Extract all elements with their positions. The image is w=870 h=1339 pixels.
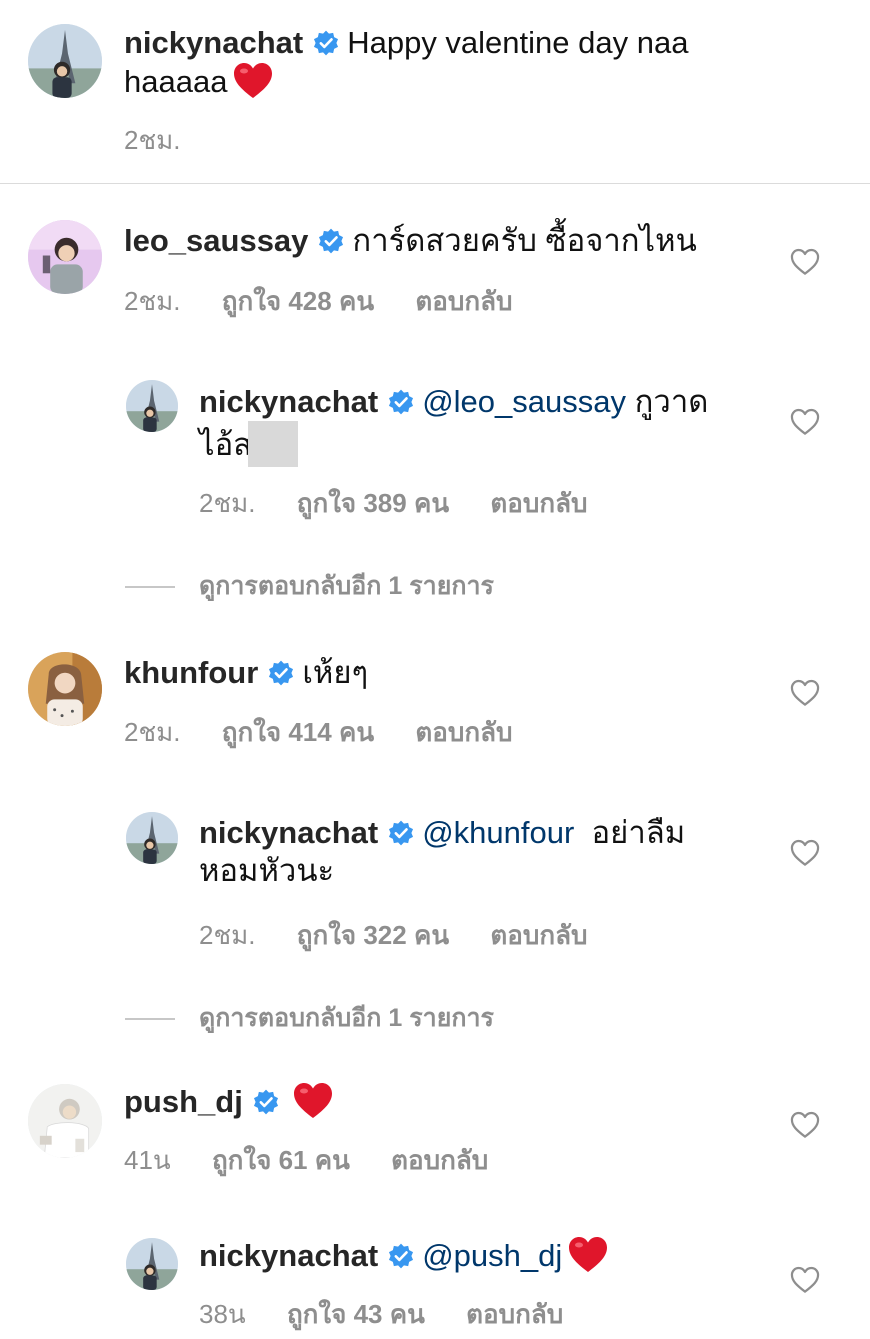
divider-line: [125, 1018, 175, 1021]
username[interactable]: leo_saussay: [124, 223, 308, 258]
like-count[interactable]: ถูกใจ 61 คน: [212, 1145, 350, 1175]
avatar[interactable]: [126, 1238, 178, 1290]
heart-outline-icon[interactable]: [790, 1111, 820, 1139]
reply-button[interactable]: ตอบกลับ: [466, 1299, 563, 1329]
like-count[interactable]: ถูกใจ 322 คน: [297, 920, 449, 950]
reply-meta: 2ชม. ถูกใจ 389 คน ตอบกลับ: [199, 483, 622, 524]
timestamp: 2ชม.: [199, 920, 256, 950]
profile-photo: [28, 220, 102, 294]
timestamp: 2ชม.: [124, 717, 181, 747]
reply-text: nickynachat @khunfour อย่าลืมหอมหัวนะ: [199, 814, 739, 890]
reply-text: nickynachat @leo_saussay กูวาดไอ้ส: [199, 383, 739, 467]
comment-body: เห้ยๆ: [302, 655, 369, 690]
like-count[interactable]: ถูกใจ 428 คน: [222, 286, 374, 316]
comment-text: leo_saussay การ์ดสวยครับ ซื้อจากไหน: [124, 222, 764, 260]
avatar[interactable]: [28, 652, 102, 726]
reply-text: nickynachat @push_dj: [199, 1236, 739, 1275]
timestamp: 2ชม.: [124, 125, 181, 155]
comment-text: khunfour เห้ยๆ: [124, 654, 764, 692]
username[interactable]: khunfour: [124, 655, 258, 690]
timestamp: 41น: [124, 1145, 171, 1175]
avatar[interactable]: [28, 1084, 102, 1158]
reply-button[interactable]: ตอบกลับ: [415, 717, 512, 747]
username[interactable]: nickynachat: [199, 815, 378, 850]
comment-meta: 2ชม. ถูกใจ 414 คน ตอบกลับ: [124, 712, 547, 753]
red-heart-emoji: [293, 1082, 333, 1120]
comment-meta: 41น ถูกใจ 61 คน ตอบกลับ: [124, 1140, 522, 1181]
heart-outline-icon[interactable]: [790, 408, 820, 436]
red-heart-emoji: [568, 1236, 608, 1274]
redaction-box: [248, 421, 299, 467]
verified-badge-icon: [388, 1243, 414, 1269]
reply-button[interactable]: ตอบกลับ: [415, 286, 512, 316]
profile-photo: [126, 380, 178, 432]
view-more-replies-label: ดูการตอบกลับอีก 1 รายการ: [199, 1004, 494, 1032]
like-count[interactable]: ถูกใจ 389 คน: [297, 488, 449, 518]
like-count[interactable]: ถูกใจ 43 คน: [287, 1299, 425, 1329]
view-more-replies-button[interactable]: ดูการตอบกลับอีก 1 รายการ: [125, 566, 494, 606]
profile-photo: [126, 812, 178, 864]
verified-badge-icon: [388, 820, 414, 846]
profile-photo: [28, 1084, 102, 1158]
view-more-replies-label: ดูการตอบกลับอีก 1 รายการ: [199, 572, 494, 600]
verified-badge-icon: [268, 660, 294, 686]
comment-body: การ์ดสวยครับ ซื้อจากไหน: [352, 223, 697, 258]
username[interactable]: nickynachat: [124, 25, 303, 60]
divider: [0, 183, 870, 184]
caption-meta: 2ชม.: [124, 120, 214, 161]
comment-meta: 2ชม. ถูกใจ 428 คน ตอบกลับ: [124, 281, 547, 322]
heart-outline-icon[interactable]: [790, 248, 820, 276]
avatar[interactable]: [126, 380, 178, 432]
verified-badge-icon: [253, 1089, 279, 1115]
profile-photo: [28, 24, 102, 98]
verified-badge-icon: [313, 30, 339, 56]
caption-text: nickynachat Happy valentine day naa haaaa…: [124, 24, 764, 101]
mention-link[interactable]: @leo_saussay: [422, 384, 626, 419]
heart-outline-icon[interactable]: [790, 1266, 820, 1294]
divider-line: [125, 586, 175, 589]
comment-text: push_dj: [124, 1082, 764, 1121]
timestamp: 38น: [199, 1299, 246, 1329]
mention-link[interactable]: @push_dj: [422, 1238, 562, 1273]
profile-photo: [126, 1238, 178, 1290]
username[interactable]: push_dj: [124, 1084, 243, 1119]
reply-meta: 2ชม. ถูกใจ 322 คน ตอบกลับ: [199, 915, 622, 956]
avatar[interactable]: [28, 220, 102, 294]
reply-button[interactable]: ตอบกลับ: [490, 920, 587, 950]
reply-button[interactable]: ตอบกลับ: [490, 488, 587, 518]
verified-badge-icon: [318, 228, 344, 254]
reply-meta: 38น ถูกใจ 43 คน ตอบกลับ: [199, 1294, 597, 1335]
verified-badge-icon: [388, 389, 414, 415]
timestamp: 2ชม.: [199, 488, 256, 518]
username[interactable]: nickynachat: [199, 1238, 378, 1273]
avatar[interactable]: [126, 812, 178, 864]
heart-outline-icon[interactable]: [790, 839, 820, 867]
username[interactable]: nickynachat: [199, 384, 378, 419]
red-heart-emoji: [233, 62, 273, 100]
avatar[interactable]: [28, 24, 102, 98]
reply-button[interactable]: ตอบกลับ: [391, 1145, 488, 1175]
timestamp: 2ชม.: [124, 286, 181, 316]
profile-photo: [28, 652, 102, 726]
view-more-replies-button[interactable]: ดูการตอบกลับอีก 1 รายการ: [125, 998, 494, 1038]
mention-link[interactable]: @khunfour: [422, 815, 574, 850]
like-count[interactable]: ถูกใจ 414 คน: [222, 717, 374, 747]
heart-outline-icon[interactable]: [790, 679, 820, 707]
